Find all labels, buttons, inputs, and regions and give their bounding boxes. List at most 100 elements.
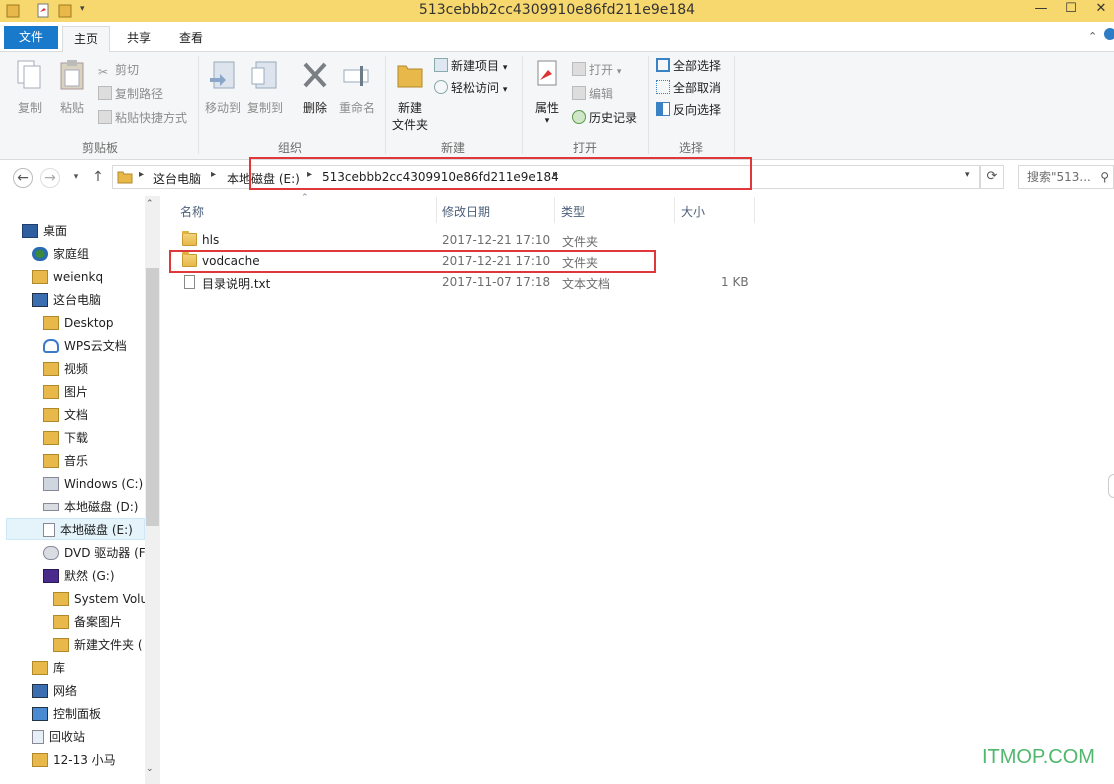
breadcrumb-separator-icon[interactable]: ▸: [211, 169, 216, 180]
cut-button[interactable]: ✂ 剪切: [98, 60, 139, 80]
invert-selection-button[interactable]: 反向选择: [656, 100, 721, 120]
nav-item-wps-cloud[interactable]: WPS云文档: [43, 335, 127, 357]
refresh-button[interactable]: ⟳: [980, 165, 1004, 189]
open-group-label: 打开: [572, 141, 597, 155]
scroll-nub[interactable]: [1108, 474, 1114, 498]
nav-item-control-panel[interactable]: 控制面板: [32, 703, 101, 725]
open-button[interactable]: 打开 ▾: [572, 60, 621, 80]
column-header-size[interactable]: 大小: [681, 203, 705, 220]
nav-item-homegroup[interactable]: 家庭组: [32, 243, 89, 265]
nav-item-system-volume[interactable]: System Volu: [53, 588, 145, 610]
column-header-date[interactable]: 修改日期: [442, 203, 490, 220]
folder-icon: [43, 316, 59, 330]
file-type: 文本文档: [562, 277, 611, 291]
nav-item-desktop[interactable]: 桌面: [22, 220, 67, 242]
tab-file[interactable]: 文件: [4, 26, 58, 49]
recent-locations-button[interactable]: ▾: [66, 168, 86, 188]
nav-item-this-pc[interactable]: 这台电脑: [32, 289, 101, 311]
scroll-up-icon[interactable]: ⌃: [146, 199, 154, 209]
nav-item-drive-d[interactable]: 本地磁盘 (D:): [43, 496, 145, 518]
select-none-button[interactable]: 全部取消: [656, 78, 721, 98]
up-button[interactable]: ↑: [88, 168, 108, 188]
copy-path-button[interactable]: 复制路径: [98, 84, 163, 104]
folder-icon: [53, 638, 69, 652]
cloud-icon: [43, 339, 59, 353]
close-button[interactable]: ✕: [1086, 0, 1114, 20]
nav-item-drive-e[interactable]: 本地磁盘 (E:): [6, 518, 145, 540]
column-divider[interactable]: [754, 197, 755, 223]
tab-home[interactable]: 主页: [62, 26, 110, 53]
file-row[interactable]: hls 2017-12-21 17:10 文件夹: [182, 231, 762, 250]
edit-button[interactable]: 编辑: [572, 84, 613, 104]
file-row[interactable]: 目录说明.txt 2017-11-07 17:18 文本文档 1 KB: [182, 274, 762, 292]
column-divider[interactable]: [436, 197, 437, 223]
nav-item-filing-images[interactable]: 备案图片: [53, 611, 145, 633]
downloads-folder-icon: [43, 431, 59, 445]
nav-item-dvd-drive[interactable]: DVD 驱动器 (F: [43, 542, 145, 564]
properties-button[interactable]: 属性 ▾: [526, 58, 568, 126]
scissors-icon: ✂: [98, 65, 109, 79]
nav-item-network[interactable]: 网络: [32, 680, 77, 702]
rename-button[interactable]: 重命名: [336, 58, 378, 116]
column-divider[interactable]: [674, 197, 675, 223]
paste-label: 粘贴: [59, 101, 84, 115]
forward-button[interactable]: →: [40, 168, 60, 188]
group-divider: [385, 56, 386, 154]
maximize-button[interactable]: ☐: [1056, 0, 1086, 20]
new-item-button[interactable]: 新建项目 ▾: [434, 56, 507, 76]
nav-item-12-13[interactable]: 12-13 小马: [32, 749, 145, 771]
usb-drive-icon: [43, 569, 59, 583]
select-all-button[interactable]: 全部选择: [656, 56, 721, 76]
new-folder-label-line2: 文件夹: [391, 118, 428, 132]
nav-item-downloads[interactable]: 下载: [43, 427, 88, 449]
nav-item-libraries[interactable]: 库: [32, 657, 65, 679]
breadcrumb-this-pc[interactable]: 这台电脑: [153, 170, 201, 187]
ribbon-tabs: 文件 主页 共享 查看 ⌃: [0, 22, 1114, 53]
nav-item-drive-g[interactable]: 默然 (G:): [43, 565, 145, 587]
nav-item-desktop-folder[interactable]: Desktop: [43, 312, 114, 334]
new-item-icon: [434, 58, 448, 72]
copy-button[interactable]: 复制: [10, 58, 50, 116]
address-history-chevron-icon[interactable]: ▾: [965, 170, 970, 180]
explorer-window: ▾ 513cebbb2cc4309910e86fd211e9e184 — ☐ ✕…: [0, 0, 1114, 784]
nav-item-videos[interactable]: 视频: [43, 358, 88, 380]
collapse-ribbon-icon[interactable]: ⌃: [1088, 30, 1097, 43]
back-button[interactable]: ←: [13, 168, 33, 188]
easy-access-button[interactable]: 轻松访问 ▾: [434, 78, 507, 98]
history-button[interactable]: 历史记录: [572, 108, 637, 128]
nav-item-music[interactable]: 音乐: [43, 450, 88, 472]
edit-icon: [572, 86, 586, 100]
nav-scrollbar-thumb[interactable]: [146, 268, 159, 526]
tab-view[interactable]: 查看: [167, 26, 215, 52]
tab-share[interactable]: 共享: [115, 26, 163, 52]
paste-button[interactable]: 粘贴: [52, 58, 92, 116]
nav-item-pictures[interactable]: 图片: [43, 381, 88, 403]
minimize-button[interactable]: —: [1026, 0, 1056, 20]
nav-item-documents[interactable]: 文档: [43, 404, 88, 426]
search-input[interactable]: 搜索"513... ⚲: [1018, 165, 1114, 189]
new-folder-button[interactable]: 新建 文件夹: [388, 58, 432, 133]
move-to-button[interactable]: 移动到: [202, 58, 244, 116]
column-divider[interactable]: [554, 197, 555, 223]
new-folder-label-line1: 新建: [397, 101, 422, 115]
dropdown-arrow-icon: ▾: [616, 67, 622, 77]
refresh-icon: ⟳: [986, 169, 998, 184]
easy-access-icon: [434, 80, 448, 94]
select-all-icon: [656, 58, 670, 72]
nav-item-user[interactable]: weienkq: [32, 266, 103, 288]
nav-item-drive-c[interactable]: Windows (C:): [43, 473, 145, 495]
help-icon[interactable]: [1104, 28, 1114, 40]
nav-item-recycle-bin[interactable]: 回收站: [32, 726, 85, 748]
up-arrow-icon: ↑: [92, 169, 104, 185]
paste-shortcut-button[interactable]: 粘贴快捷方式: [98, 108, 187, 128]
nav-item-new-folder[interactable]: 新建文件夹 (: [53, 634, 145, 656]
drive-icon: [43, 503, 59, 511]
column-header-type[interactable]: 类型: [561, 203, 585, 220]
copy-to-button[interactable]: 复制到: [244, 58, 286, 116]
scroll-down-icon[interactable]: ⌄: [146, 764, 154, 774]
breadcrumb-separator-icon[interactable]: ▸: [139, 169, 144, 180]
column-header-name[interactable]: 名称: [180, 203, 204, 220]
watermark: ITMOP.COM: [982, 746, 1095, 768]
delete-button[interactable]: 删除: [294, 58, 336, 116]
move-to-icon: [210, 61, 235, 89]
